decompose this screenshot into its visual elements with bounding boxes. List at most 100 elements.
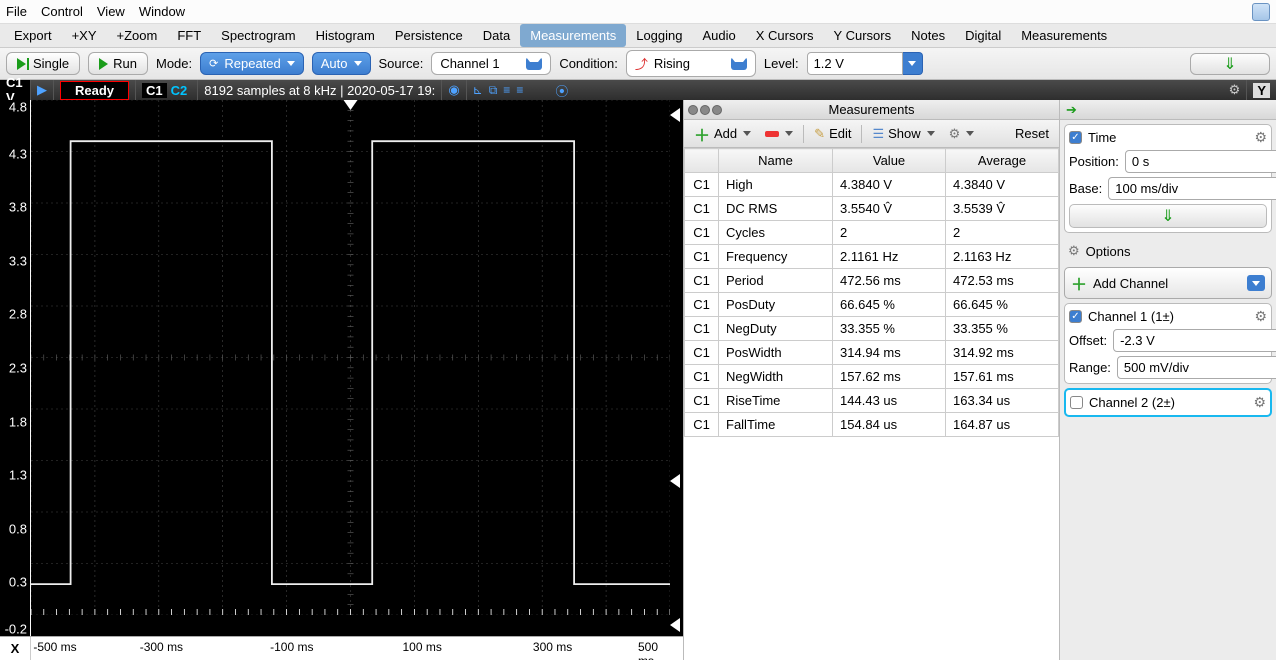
add-channel-button[interactable]: ＋Add Channel	[1064, 267, 1272, 299]
options-label: Options	[1086, 244, 1131, 259]
chevron-right-icon[interactable]: ▶	[31, 80, 54, 100]
level-dropdown[interactable]	[903, 52, 923, 75]
tab-audio[interactable]: Audio	[693, 24, 746, 47]
table-row[interactable]: C1Cycles22	[685, 221, 1059, 245]
level-field[interactable]	[807, 52, 903, 75]
cell-value: 33.355 %	[833, 317, 946, 341]
run-button[interactable]: Run	[88, 52, 148, 75]
tool-icon-2[interactable]: ⧉	[489, 83, 498, 98]
time-center-button[interactable]: ⇓	[1069, 204, 1267, 228]
measurement-settings-button[interactable]: ⚙	[945, 124, 979, 144]
tab-persistence[interactable]: Persistence	[385, 24, 473, 47]
show-measurement-button[interactable]: ☰Show	[868, 124, 938, 144]
window-icon[interactable]	[1252, 3, 1270, 21]
cell-ch: C1	[685, 221, 719, 245]
tab-fft[interactable]: FFT	[167, 24, 211, 47]
edit-measurement-button[interactable]: ✎Edit	[810, 124, 855, 144]
y-tick: 2.3	[9, 361, 27, 376]
position-input[interactable]	[1125, 150, 1276, 173]
y-axis-tag[interactable]: Y	[1253, 83, 1270, 98]
download-button[interactable]: ⇓	[1190, 53, 1270, 75]
y-tick: 2.8	[9, 307, 27, 322]
marker-bottom-icon[interactable]	[670, 618, 680, 632]
table-row[interactable]: C1PosDuty66.645 %66.645 %	[685, 293, 1059, 317]
table-header[interactable]	[685, 149, 719, 173]
cell-ch: C1	[685, 317, 719, 341]
options-row[interactable]: ⚙Options	[1064, 241, 1272, 261]
mode-label: Mode:	[156, 56, 192, 71]
tool-icon-3[interactable]: ≡	[503, 83, 510, 98]
marker-trig-icon[interactable]	[670, 474, 680, 488]
base-input[interactable]	[1108, 177, 1276, 200]
tab-digital[interactable]: Digital	[955, 24, 1011, 47]
range-input[interactable]	[1117, 356, 1276, 379]
status-clock-icon[interactable]: ◉	[442, 80, 466, 100]
plot-settings-icon[interactable]: ⚙	[1223, 82, 1247, 98]
source-select[interactable]: Channel 1	[431, 52, 551, 75]
tab-notes[interactable]: Notes	[901, 24, 955, 47]
table-row[interactable]: C1High4.3840 V4.3840 V	[685, 173, 1059, 197]
tab-measurements[interactable]: Measurements	[1011, 24, 1117, 47]
table-row[interactable]: C1Period472.56 ms472.53 ms	[685, 269, 1059, 293]
tool-icon-1[interactable]: ⊾	[473, 83, 483, 98]
gear-icon[interactable]: ⚙	[1254, 308, 1267, 325]
tab-x-cursors[interactable]: X Cursors	[746, 24, 824, 47]
zoom-icon[interactable]: ⦿	[549, 80, 574, 100]
c2-tag[interactable]: C2	[167, 83, 192, 98]
remove-measurement-button[interactable]	[761, 129, 797, 139]
trigger-mode-select[interactable]: Auto	[312, 52, 371, 75]
table-row[interactable]: C1Frequency2.1161 Hz2.1163 Hz	[685, 245, 1059, 269]
channel-2-box[interactable]: Channel 2 (2±)⚙	[1064, 388, 1272, 417]
tab--zoom[interactable]: +Zoom	[107, 24, 168, 47]
tool-icon-4[interactable]: ≡	[516, 83, 523, 98]
add-channel-dropdown[interactable]	[1247, 275, 1265, 291]
offset-input[interactable]	[1113, 329, 1276, 352]
cell-value: 66.645 %	[833, 293, 946, 317]
list-icon: ☰	[872, 126, 884, 142]
tab-spectrogram[interactable]: Spectrogram	[211, 24, 305, 47]
tab-y-cursors[interactable]: Y Cursors	[824, 24, 902, 47]
y-tick: 1.8	[9, 414, 27, 429]
gear-icon[interactable]: ⚙	[1254, 129, 1267, 146]
cell-avg: 157.61 ms	[946, 365, 1059, 389]
cell-avg: 2.1163 Hz	[946, 245, 1059, 269]
table-header[interactable]: Name	[719, 149, 833, 173]
table-row[interactable]: C1FallTime154.84 us164.87 us	[685, 413, 1059, 437]
channel-1-checkbox[interactable]	[1069, 310, 1082, 323]
tab-histogram[interactable]: Histogram	[306, 24, 385, 47]
tab-export[interactable]: Export	[4, 24, 62, 47]
c1-tag[interactable]: C1	[142, 83, 167, 98]
single-button[interactable]: Single	[6, 52, 80, 75]
marker-top-icon[interactable]	[670, 108, 680, 122]
oscilloscope-plot[interactable]	[31, 100, 670, 636]
tab--xy[interactable]: +XY	[62, 24, 107, 47]
table-row[interactable]: C1DC RMS3.5540 V̂3.5539 V̂	[685, 197, 1059, 221]
condition-label: Condition:	[559, 56, 618, 71]
menu-control[interactable]: Control	[41, 4, 83, 19]
table-row[interactable]: C1RiseTime144.43 us163.34 us	[685, 389, 1059, 413]
x-tick: -300 ms	[140, 640, 183, 654]
gear-icon[interactable]: ⚙	[1253, 394, 1266, 411]
menu-view[interactable]: View	[97, 4, 125, 19]
x-axis-tag[interactable]: X	[0, 637, 31, 660]
table-row[interactable]: C1PosWidth314.94 ms314.92 ms	[685, 341, 1059, 365]
table-row[interactable]: C1NegWidth157.62 ms157.61 ms	[685, 365, 1059, 389]
table-row[interactable]: C1NegDuty33.355 %33.355 %	[685, 317, 1059, 341]
menu-window[interactable]: Window	[139, 4, 185, 19]
table-header[interactable]: Value	[833, 149, 946, 173]
time-checkbox[interactable]	[1069, 131, 1082, 144]
tab-measurements[interactable]: Measurements	[520, 24, 626, 47]
add-measurement-button[interactable]: ＋Add	[690, 120, 755, 148]
condition-select[interactable]: ⤴Rising	[626, 50, 756, 77]
cell-name: NegDuty	[719, 317, 833, 341]
table-header[interactable]: Average	[946, 149, 1059, 173]
channel-2-checkbox[interactable]	[1070, 396, 1083, 409]
tab-logging[interactable]: Logging	[626, 24, 692, 47]
pencil-icon: ✎	[814, 126, 825, 142]
cell-avg: 33.355 %	[946, 317, 1059, 341]
level-input[interactable]	[807, 52, 923, 75]
mode-select[interactable]: ⟳Repeated	[200, 52, 304, 75]
menu-file[interactable]: File	[6, 4, 27, 19]
tab-data[interactable]: Data	[473, 24, 520, 47]
reset-measurements-button[interactable]: Reset	[1011, 124, 1053, 143]
